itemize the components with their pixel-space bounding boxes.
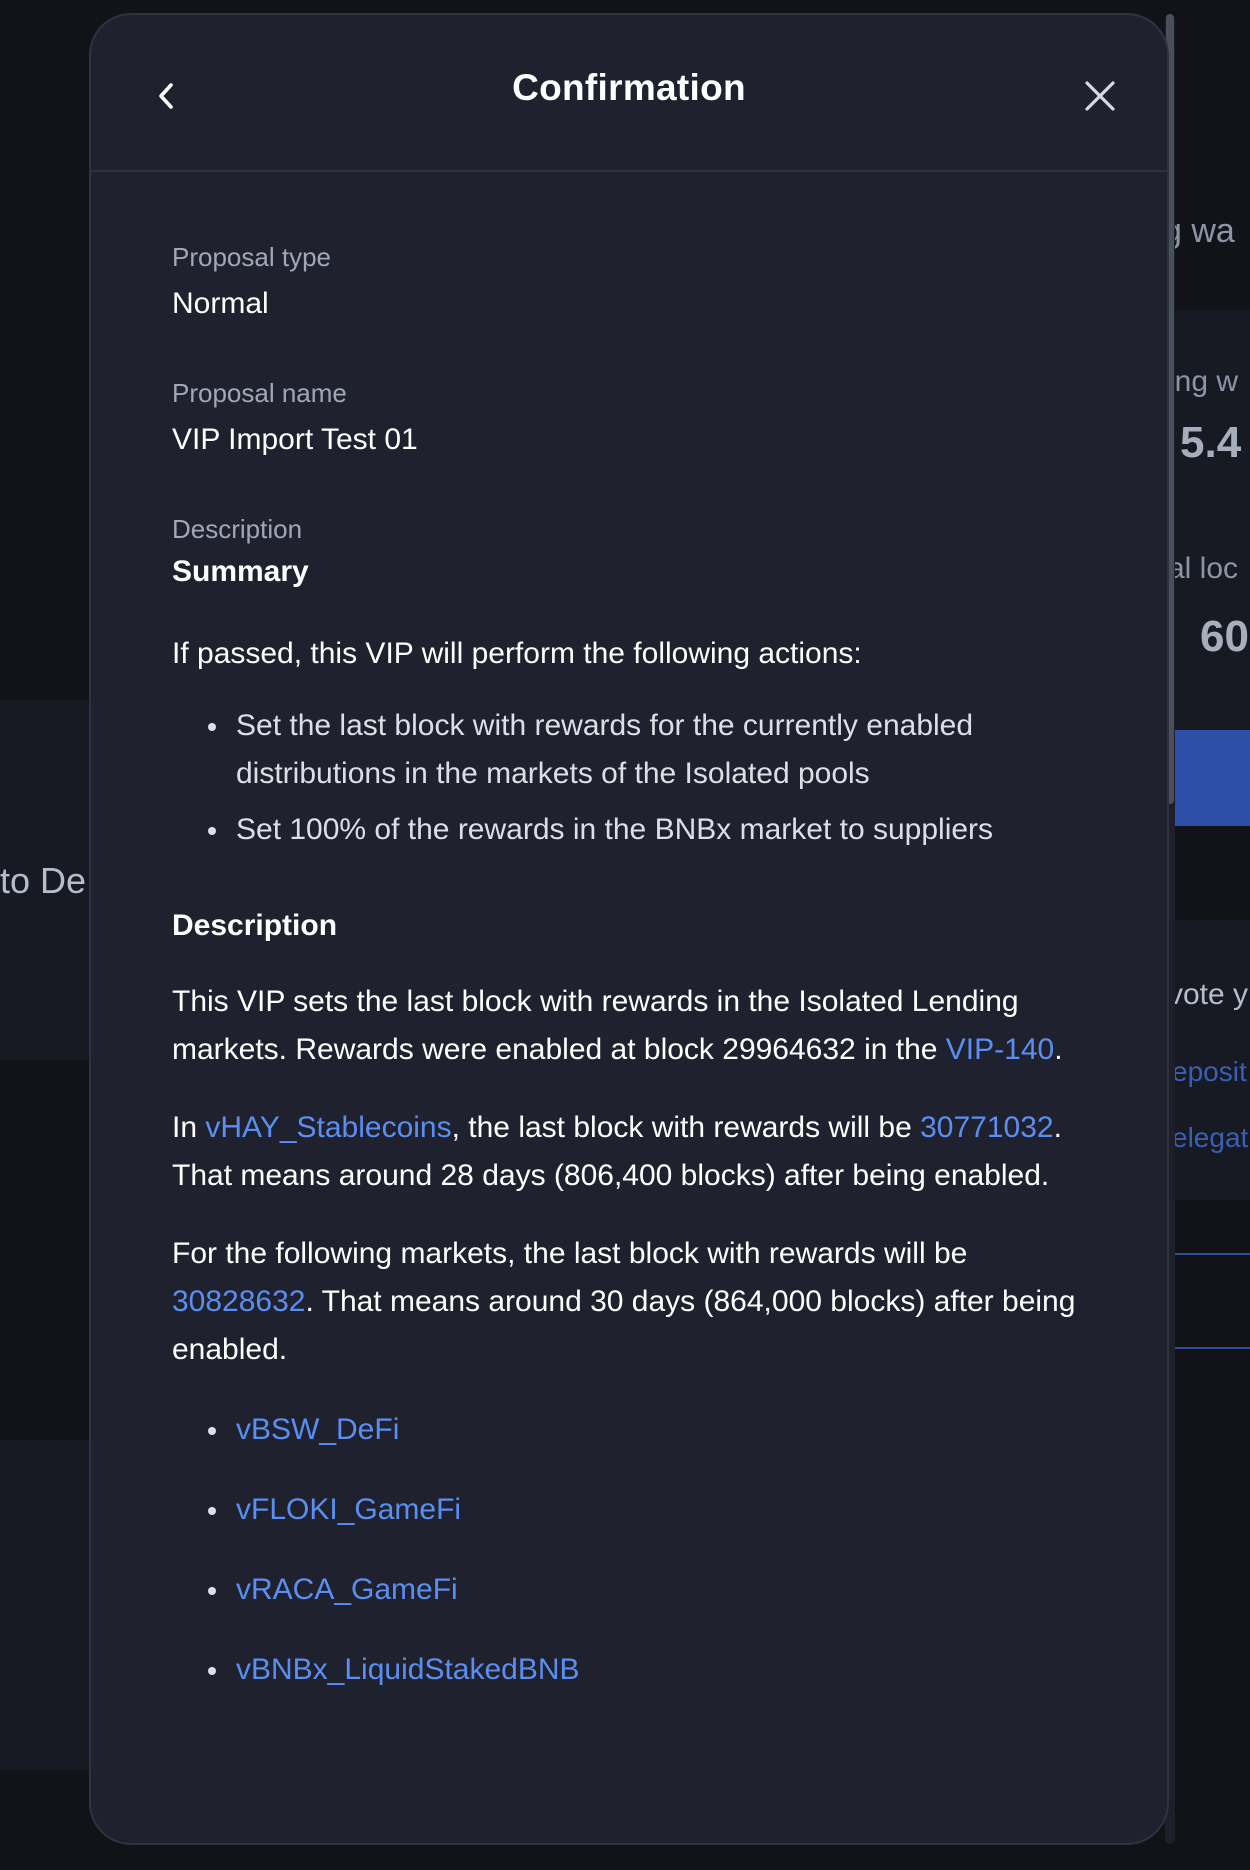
bg-text-6: vote y: [1168, 978, 1249, 1011]
paragraph-text: . That means around 30 days (864,000 blo…: [172, 1285, 1076, 1366]
confirmation-modal: Confirmation Proposal type Normal Propos…: [89, 13, 1169, 1845]
paragraph-text: For the following markets, the last bloc…: [172, 1237, 968, 1270]
description-paragraph-2: In vHAY_Stablecoins, the last block with…: [172, 1104, 1087, 1200]
market-link-vbsw-defi[interactable]: vBSW_DeFi: [172, 1406, 1087, 1454]
proposal-name-value: VIP Import Test 01: [172, 423, 418, 456]
summary-heading: Summary: [172, 555, 309, 588]
description-content: Summary If passed, this VIP will perform…: [172, 552, 1087, 1694]
bg-blue-button: [1175, 730, 1250, 826]
actions-list: Set the last block with rewards for the …: [172, 702, 1087, 854]
close-button[interactable]: [1077, 73, 1123, 119]
paragraph-text: , the last block with rewards will be: [451, 1111, 921, 1144]
market-link-vbnbx-liquidstakedbnb[interactable]: vBNBx_LiquidStakedBNB: [172, 1646, 1087, 1694]
bg-link-1: eposit: [1172, 1056, 1247, 1087]
block-30828632-link[interactable]: 30828632: [172, 1285, 305, 1318]
proposal-name-label: Proposal name: [172, 378, 347, 408]
modal-header: Confirmation: [91, 15, 1167, 172]
list-item: Set 100% of the rewards in the BNBx mark…: [172, 806, 1087, 854]
bg-panel-left-bottom: [0, 1440, 89, 1770]
proposal-type-label: Proposal type: [172, 242, 331, 272]
market-link-vraca-gamefi[interactable]: vRACA_GameFi: [172, 1566, 1087, 1614]
market-link-vfloki-gamefi[interactable]: vFLOKI_GameFi: [172, 1486, 1087, 1534]
description-paragraph-3: For the following markets, the last bloc…: [172, 1230, 1087, 1374]
bg-text-4: al loc: [1168, 552, 1239, 585]
markets-list: vBSW_DeFi vFLOKI_GameFi vRACA_GameFi vBN…: [172, 1406, 1087, 1694]
bg-text-left: to De: [0, 860, 87, 901]
bg-text-2: ing w: [1168, 365, 1239, 398]
bg-text-5: 60: [1200, 612, 1249, 661]
list-item: Set the last block with rewards for the …: [172, 702, 1087, 798]
modal-title: Confirmation: [512, 67, 746, 108]
description-heading: Description: [172, 909, 338, 942]
bg-divider-2: [1175, 1347, 1250, 1349]
description-paragraph-1: This VIP sets the last block with reward…: [172, 978, 1087, 1074]
block-30771032-link[interactable]: 30771032: [920, 1111, 1053, 1144]
summary-intro: If passed, this VIP will perform the fol…: [172, 637, 862, 670]
vip-140-link[interactable]: VIP-140: [946, 1033, 1054, 1066]
modal-body: Proposal type Normal Proposal name VIP I…: [91, 240, 1167, 1694]
paragraph-text: .: [1054, 1033, 1063, 1066]
description-label: Description: [172, 514, 303, 544]
paragraph-text: This VIP sets the last block with reward…: [172, 985, 1019, 1066]
bg-link-2: elegat: [1172, 1122, 1249, 1153]
bg-text-3: 5.4: [1180, 418, 1242, 467]
proposal-type-value: Normal: [172, 287, 269, 320]
close-icon: [1085, 81, 1115, 111]
bg-divider-1: [1175, 1253, 1250, 1255]
paragraph-text: In: [172, 1111, 206, 1144]
vhay-stablecoins-link[interactable]: vHAY_Stablecoins: [205, 1111, 451, 1144]
